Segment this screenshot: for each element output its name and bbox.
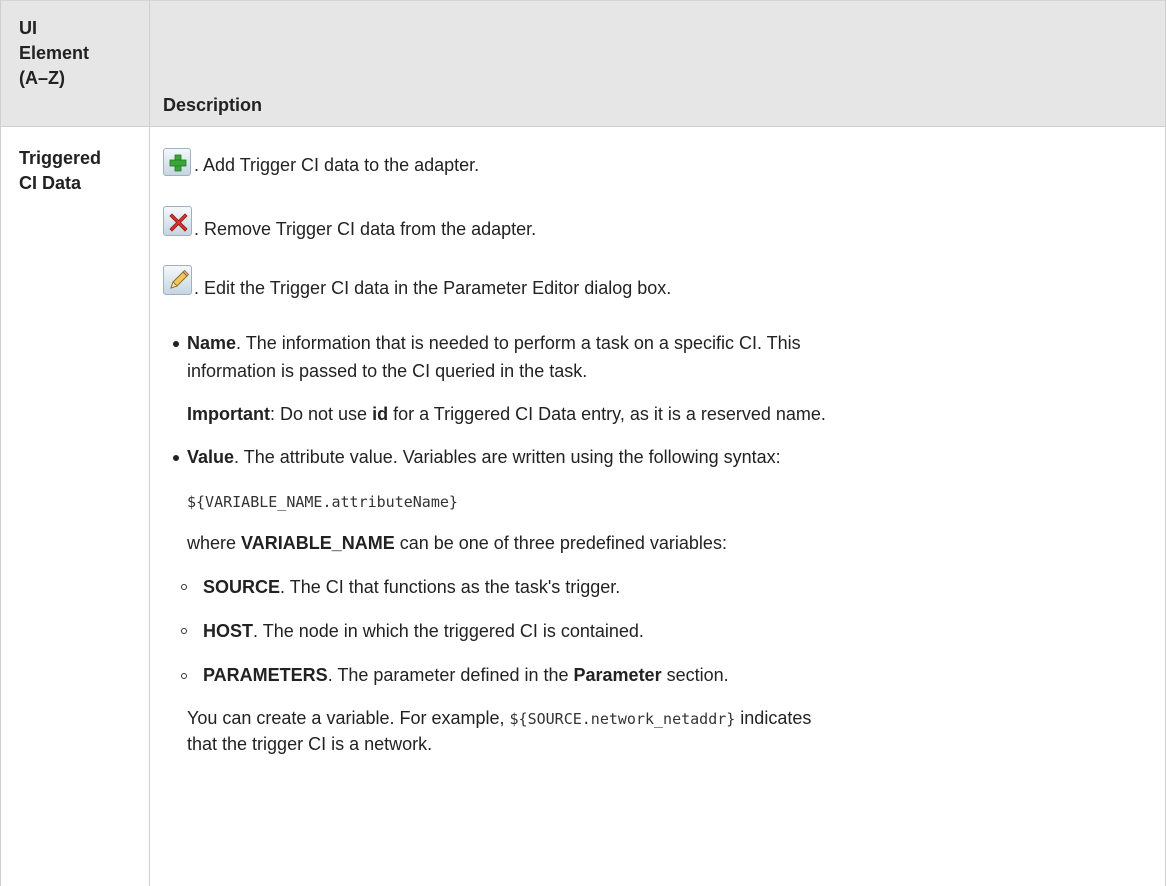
header-ui-element-line: (A–Z): [19, 68, 65, 88]
add-description: . Add Trigger CI data to the adapter.: [194, 155, 480, 175]
variable-text-a: . The parameter defined in the: [327, 665, 574, 685]
edit-description: . Edit the Trigger CI data in the Parame…: [194, 278, 672, 298]
table-header: UI Element (A–Z) Description: [0, 0, 1166, 127]
variable-text: . The CI that functions as the task's tr…: [280, 577, 621, 597]
element-name-line: CI Data: [19, 173, 82, 193]
header-ui-element-line: Element: [19, 43, 90, 63]
header-ui-element-line: UI: [19, 18, 37, 38]
add-icon: [163, 148, 191, 176]
header-ui-element: UI Element (A–Z): [19, 16, 149, 91]
variable-text: . The node in which the triggered CI is …: [253, 621, 644, 641]
syntax-code: ${VARIABLE_NAME.attributeName}: [187, 493, 458, 511]
variable-term: HOST: [203, 621, 254, 641]
important-text-a: : Do not use: [270, 404, 373, 424]
name-text2: information is passed to the CI queried …: [187, 361, 588, 381]
example-text-b: indicates: [735, 708, 812, 728]
table-border-left: [0, 0, 1, 886]
where-line: where VARIABLE_NAME can be one of three …: [187, 530, 727, 556]
important-code-word: id: [372, 404, 389, 424]
bullet-dot: [173, 341, 179, 347]
variable-host: HOST. The node in which the triggered CI…: [203, 618, 644, 644]
example-text-a: You can create a variable. For example,: [187, 708, 510, 728]
name-text1: . The information that is needed to perf…: [236, 333, 801, 353]
variable-term: PARAMETERS: [203, 665, 328, 685]
name-bullet-line1: Name. The information that is needed to …: [187, 330, 801, 356]
where-text-b: can be one of three predefined variables…: [394, 533, 727, 553]
variable-source: SOURCE. The CI that functions as the tas…: [203, 574, 620, 600]
example-line1: You can create a variable. For example, …: [187, 705, 811, 732]
name-term: Name: [187, 333, 237, 353]
where-term: VARIABLE_NAME: [241, 533, 395, 553]
element-name-line: Triggered: [19, 148, 102, 168]
important-text-b: for a Triggered CI Data entry, as it is …: [388, 404, 826, 424]
variable-term2: Parameter: [573, 665, 662, 685]
variable-term: SOURCE: [203, 577, 281, 597]
sub-bullet-circle: [181, 584, 187, 590]
example-code: ${SOURCE.network_netaddr}: [509, 710, 736, 728]
important-note: Important: Do not use id for a Triggered…: [187, 401, 826, 427]
important-term: Important: [187, 404, 270, 424]
element-name-cell: Triggered CI Data: [19, 146, 147, 196]
where-text-a: where: [187, 533, 242, 553]
sub-bullet-circle: [181, 628, 187, 634]
variable-parameters: PARAMETERS. The parameter defined in the…: [203, 662, 729, 688]
value-term: Value: [187, 447, 235, 467]
example-line2: that the trigger CI is a network.: [187, 734, 433, 754]
table-column-divider: [149, 0, 150, 886]
remove-icon: [163, 206, 192, 236]
bullet-dot: [173, 455, 179, 461]
value-text: . The attribute value. Variables are wri…: [234, 447, 781, 467]
edit-icon: [163, 265, 192, 295]
remove-description: . Remove Trigger CI data from the adapte…: [194, 219, 537, 239]
variable-text-b: section.: [661, 665, 729, 685]
sub-bullet-circle: [181, 673, 187, 679]
header-description: Description: [163, 95, 263, 115]
value-bullet-line: Value. The attribute value. Variables ar…: [187, 444, 781, 470]
